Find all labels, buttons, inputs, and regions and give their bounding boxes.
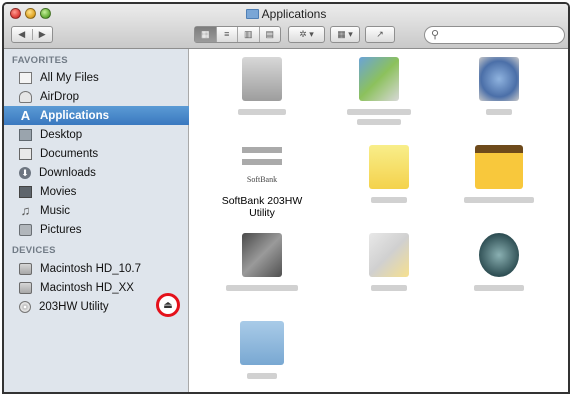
file-label: SoftBank 203HW Utility [221, 195, 303, 219]
file-item-blurred[interactable] [329, 57, 429, 125]
sidebar-item-music[interactable]: ♫ Music [4, 201, 189, 220]
arrange-menu-button[interactable]: ▦ ▾ [330, 26, 360, 43]
disc-icon [19, 300, 31, 313]
app-icon [359, 57, 399, 101]
file-item-blurred[interactable] [212, 233, 312, 291]
sidebar-item-movies[interactable]: Movies [4, 182, 189, 201]
pictures-icon [19, 223, 32, 236]
file-item-blurred[interactable] [339, 145, 439, 203]
column-view-button[interactable]: ▥ [238, 27, 260, 42]
app-icon [475, 145, 523, 189]
titlebar: Applications ◀ ▶ ▦ ≡ ▥ ▤ ✲ ▾ ▦ ▾ ↗ ⚲ [4, 4, 568, 49]
sidebar-item-downloads[interactable]: ⬇ Downloads [4, 163, 189, 182]
sidebar-item-label: Macintosh HD_XX [40, 281, 134, 294]
all-files-icon [19, 71, 32, 84]
file-item-blurred[interactable] [449, 233, 549, 291]
file-item-blurred[interactable] [339, 233, 439, 291]
file-item-softbank-203hw-utility[interactable]: SoftBank SoftBank 203HW Utility [212, 145, 312, 219]
downloads-icon: ⬇ [19, 166, 31, 179]
sidebar-item-airdrop[interactable]: AirDrop [4, 87, 189, 106]
app-icon [369, 145, 409, 189]
forward-button[interactable]: ▶ [33, 29, 53, 40]
airdrop-icon [19, 90, 32, 103]
back-button[interactable]: ◀ [12, 29, 33, 40]
back-forward-buttons: ◀ ▶ [11, 26, 53, 43]
sidebar-item-label: AirDrop [40, 90, 79, 103]
sidebar-item-documents[interactable]: Documents [4, 144, 189, 163]
file-item-blurred[interactable] [449, 145, 549, 203]
sidebar-item-label: Pictures [40, 223, 82, 236]
applications-icon: A [20, 107, 31, 123]
icon-view-button[interactable]: ▦ [195, 27, 217, 42]
sidebar: FAVORITES All My Files AirDrop A Applica… [4, 49, 189, 392]
sidebar-item-macintosh-hd-10-7[interactable]: Macintosh HD_10.7 [4, 259, 189, 278]
search-icon: ⚲ [431, 29, 440, 41]
hard-drive-icon [19, 262, 32, 275]
sidebar-item-all-my-files[interactable]: All My Files [4, 68, 189, 87]
eject-button[interactable]: ⏏ [156, 293, 180, 317]
file-item-blurred[interactable] [212, 57, 312, 115]
sidebar-item-label: 203HW Utility [39, 300, 109, 313]
desktop-icon [19, 128, 32, 141]
file-item-blurred[interactable] [449, 57, 549, 115]
window-title-text: Applications [261, 7, 327, 21]
sidebar-item-label: Movies [40, 185, 77, 198]
sidebar-item-label: Music [40, 204, 71, 217]
folder-icon [240, 321, 284, 365]
sidebar-item-label: Downloads [39, 166, 96, 179]
search-input[interactable]: ⚲ [424, 26, 565, 44]
documents-icon [19, 147, 32, 160]
softbank-app-icon: SoftBank [242, 145, 282, 189]
eject-icon: ⏏ [163, 299, 173, 311]
app-icon [242, 57, 282, 101]
cover-flow-button[interactable]: ▤ [260, 27, 281, 42]
folder-icon [245, 9, 259, 19]
favorites-header: FAVORITES [12, 55, 68, 66]
sidebar-item-label: Desktop [40, 128, 83, 141]
app-icon [242, 233, 282, 277]
sidebar-item-label: Macintosh HD_10.7 [40, 262, 141, 275]
list-view-button[interactable]: ≡ [217, 27, 238, 42]
app-icon [479, 57, 519, 101]
view-mode-switcher: ▦ ≡ ▥ ▤ [194, 26, 281, 43]
file-icon-grid: SoftBank SoftBank 203HW Utility [190, 49, 568, 392]
finder-window: Applications ◀ ▶ ▦ ≡ ▥ ▤ ✲ ▾ ▦ ▾ ↗ ⚲ FAV… [2, 2, 570, 394]
window-title: Applications [4, 7, 568, 21]
movies-icon [19, 185, 32, 198]
app-icon [479, 233, 519, 277]
hard-drive-icon [19, 281, 32, 294]
action-menu-button[interactable]: ✲ ▾ [288, 26, 325, 43]
devices-header: DEVICES [12, 245, 56, 256]
sidebar-item-desktop[interactable]: Desktop [4, 125, 189, 144]
sidebar-item-label: Applications [40, 109, 110, 122]
softbank-logo-text: SoftBank [246, 175, 278, 184]
music-icon: ♫ [20, 202, 31, 218]
sidebar-item-label: All My Files [40, 71, 99, 84]
sidebar-item-applications[interactable]: A Applications [4, 106, 189, 125]
share-button[interactable]: ↗ [365, 26, 395, 43]
sidebar-item-pictures[interactable]: Pictures [4, 220, 189, 239]
sidebar-item-label: Documents [40, 147, 99, 160]
file-item-blurred[interactable] [212, 321, 312, 379]
app-icon [369, 233, 409, 277]
